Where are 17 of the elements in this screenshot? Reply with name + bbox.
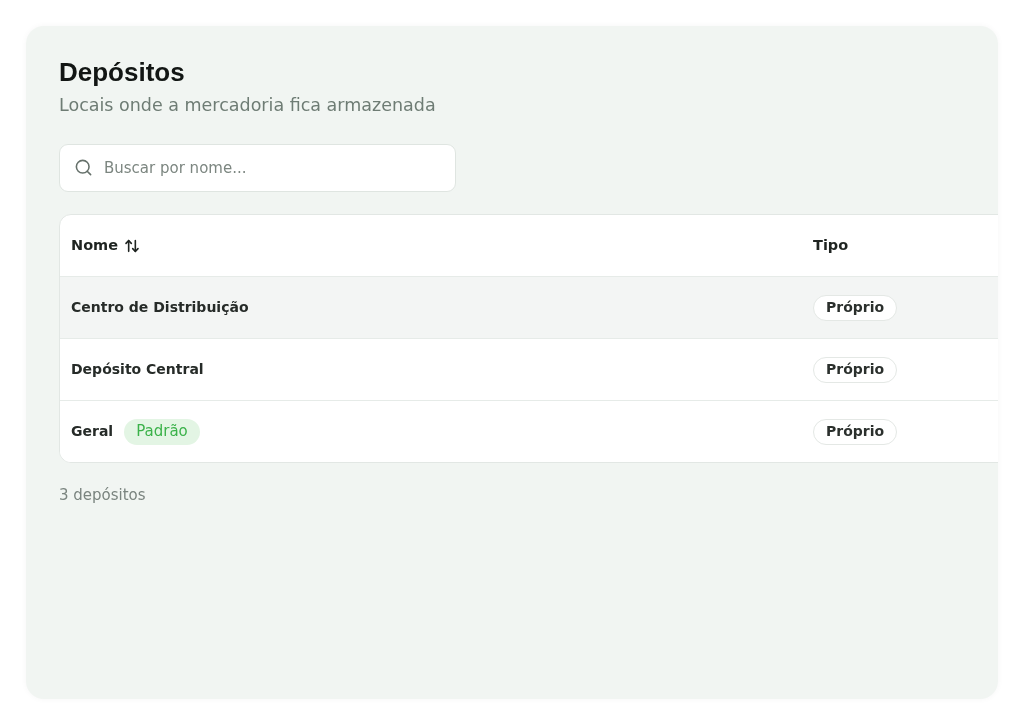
- warehouse-name: Geral: [71, 422, 114, 441]
- sort-icon[interactable]: [124, 237, 141, 254]
- search-icon: [74, 158, 93, 177]
- search-field[interactable]: Buscar por nome...: [59, 144, 456, 192]
- warehouse-name: Centro de Distribuição: [71, 298, 249, 317]
- type-badge: Próprio: [813, 294, 898, 321]
- warehouse-name: Depósito Central: [71, 360, 204, 379]
- page-title: Depósitos: [59, 56, 185, 88]
- table-row[interactable]: Centro de Distribuição Próprio: [60, 276, 998, 338]
- table-row[interactable]: Geral Padrão Próprio: [60, 400, 998, 462]
- column-header[interactable]: Nome: [71, 234, 119, 257]
- default-badge: Padrão: [124, 418, 200, 445]
- record-count: 3 depósitos: [59, 485, 146, 505]
- page-subtitle: Locais onde a mercadoria fica armazenada: [59, 94, 436, 117]
- type-badge: Próprio: [813, 356, 898, 383]
- column-header: Tipo: [813, 235, 849, 255]
- type-badge: Próprio: [813, 418, 898, 445]
